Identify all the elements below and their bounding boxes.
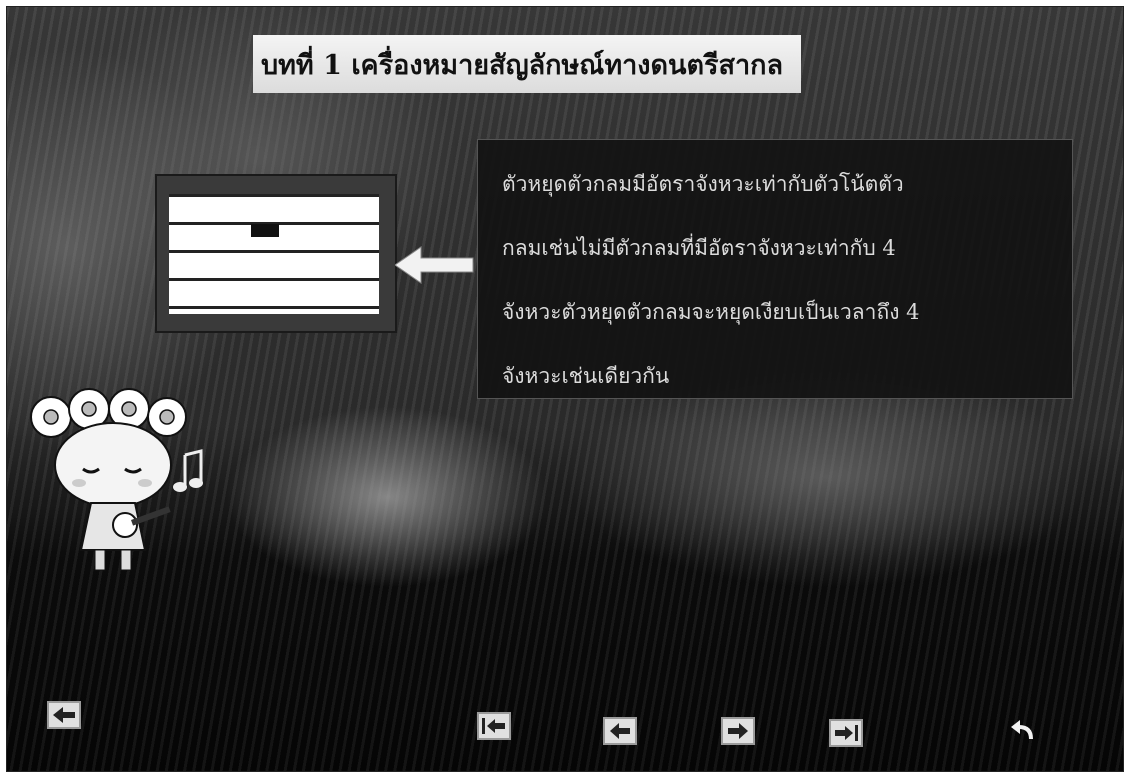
exit-button[interactable] — [47, 701, 81, 729]
staff-line — [169, 250, 379, 253]
music-staff — [169, 194, 379, 314]
arrow-right-icon — [728, 723, 748, 739]
staff-line — [169, 194, 379, 197]
explanation-line: ตัวหยุดตัวกลมมีอัตราจังหวะเท่ากับตัวโน้ต… — [502, 172, 904, 196]
mascot-girl-illustration — [21, 385, 211, 579]
lesson-title: บทที่ 1 เครื่องหมายสัญลักษณ์ทางดนตรีสากล — [261, 49, 784, 81]
arrow-left-icon — [610, 723, 630, 739]
exit-arrow-icon — [53, 707, 75, 723]
staff-line — [169, 278, 379, 281]
whole-rest-icon — [251, 224, 279, 237]
arrow-left-icon — [394, 245, 475, 289]
explanation-line: จังหวะตัวหยุดตัวกลมจะหยุดเงียบเป็นเวลาถึ… — [502, 300, 920, 324]
next-button[interactable] — [721, 717, 755, 745]
explanation-panel: ตัวหยุดตัวกลมมีอัตราจังหวะเท่ากับตัวโน้ต… — [477, 139, 1073, 399]
lesson-slide: บทที่ 1 เครื่องหมายสัญลักษณ์ทางดนตรีสากล… — [6, 6, 1124, 772]
explanation-line: กลมเช่นไม่มีตัวกลมที่มีอัตราจังหวะเท่ากั… — [502, 236, 896, 260]
return-curved-arrow-icon — [1011, 720, 1033, 740]
explanation-line: จังหวะเช่นเดียวกัน — [502, 364, 670, 388]
staff-illustration — [155, 174, 397, 333]
staff-line — [169, 306, 379, 309]
return-button[interactable] — [1005, 717, 1041, 747]
lesson-title-banner: บทที่ 1 เครื่องหมายสัญลักษณ์ทางดนตรีสากล — [253, 35, 801, 93]
first-page-icon — [482, 718, 505, 734]
last-page-icon — [835, 725, 858, 741]
last-page-button[interactable] — [829, 719, 863, 747]
previous-button[interactable] — [603, 717, 637, 745]
first-page-button[interactable] — [477, 712, 511, 740]
